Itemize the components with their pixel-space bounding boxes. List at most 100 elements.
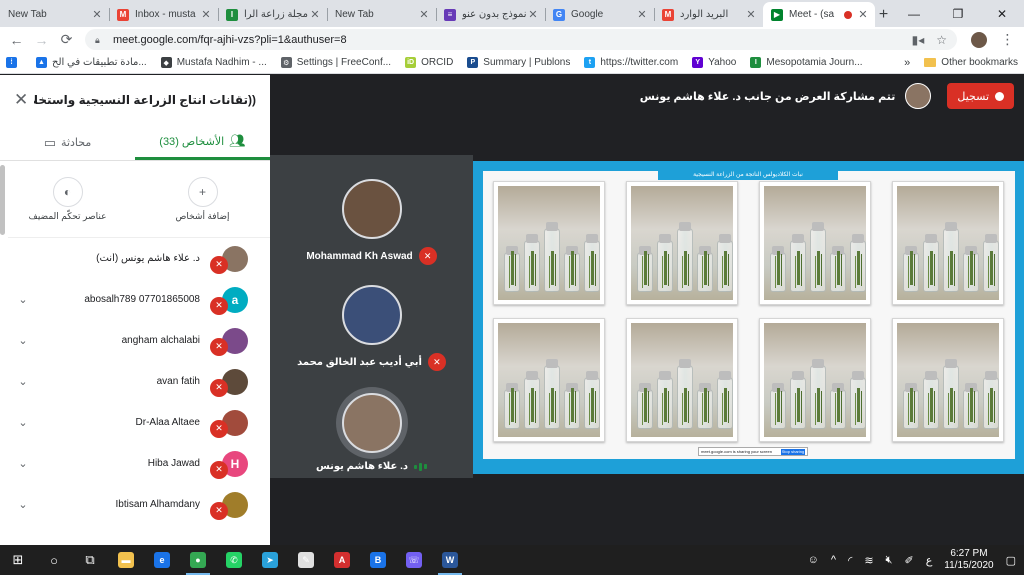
add-people-button[interactable]: + إضافة أشخاص [143,176,263,222]
menu-kebab-icon[interactable]: ⋮ [995,28,1020,51]
chevron-down-icon[interactable]: ⌄ [8,416,38,429]
bookmark-item[interactable]: P Summary | Publons [467,57,570,68]
taskbar-acrobat[interactable]: A [324,545,360,575]
chevron-down-icon[interactable]: ⌄ [8,334,38,347]
browser-tab[interactable]: ▶ Meet - (sa ✕ [763,2,875,27]
tab-close-icon[interactable]: ✕ [309,8,321,21]
participant-row[interactable]: ⌄ avan fatih ✕ [8,361,270,402]
bookmark-star-icon[interactable]: ☆ [936,33,947,47]
taskbar-viber[interactable]: ☏ [396,545,432,575]
tab-close-icon[interactable]: ✕ [91,8,103,21]
bookmark-item[interactable]: iD ORCID [405,57,453,68]
notifications-icon[interactable]: ▢ [1006,554,1016,567]
bookmark-favicon-icon: ⚙ [280,57,292,68]
culture-jar [770,383,786,429]
volume-muted-icon[interactable]: 🔇︎ [886,554,893,567]
forward-button[interactable]: → [29,28,54,51]
url-text[interactable]: meet.google.com/fqr-ajhi-vzs?pli=1&authu… [113,34,347,46]
clock[interactable]: 6:27 PM 11/15/2020 [944,548,993,572]
browser-tab[interactable]: M Inbox - musta ✕ [109,2,218,27]
participant-row[interactable]: ⌄ Ibtisam Alhamdany ✕ [8,484,270,525]
apps-shortcut[interactable]: ⁞ [6,57,22,68]
panel-scrollbar[interactable] [0,165,5,235]
tab-close-icon[interactable]: ✕ [636,8,648,21]
profile-avatar[interactable] [971,31,987,48]
jar-photo [498,323,600,437]
bookmark-item[interactable]: I Mesopotamia Journ... [750,57,863,68]
participant-row[interactable]: ⌄ abosalh789 07701865008 ✕ a [8,279,270,320]
tab-close-icon[interactable]: ✕ [527,8,539,21]
taskbar-bluetooth[interactable]: B [360,545,396,575]
tab-people[interactable]: الأشخاص (33) 👥︎ [135,125,270,160]
participant-row[interactable]: ⌄ angham alchalabi ✕ [8,320,270,361]
browser-tab[interactable]: New Tab ✕ [327,2,436,27]
record-button[interactable]: تسجيل [947,83,1014,109]
tab-close-icon[interactable]: ✕ [200,8,212,21]
chevron-down-icon[interactable]: ⌄ [8,293,38,306]
taskbar-word[interactable]: W [432,545,468,575]
back-button[interactable]: ← [4,28,29,51]
participant-name: abosalh789 07701865008 [84,294,200,305]
network-icon[interactable]: ◜ [848,554,852,567]
reload-button[interactable]: ⟳ [54,28,79,51]
bluetooth-icon: B [370,552,386,568]
bookmark-item[interactable]: Y Yahoo [692,57,736,68]
participant-row[interactable]: ⌄ Hiba Jawad ✕ H [8,443,270,484]
tile-name: أبي أديب عبد الخالق محمد [297,356,422,368]
browser-tab[interactable]: New Tab ✕ [0,2,109,27]
bookmark-item[interactable]: ◆ Mustafa Nadhim - ... [160,57,267,68]
taskbar-file-explorer[interactable]: ▬ [108,545,144,575]
taskbar-paint[interactable]: ✎ [288,545,324,575]
tab-close-icon[interactable]: ✕ [418,8,430,21]
speaking-indicator-icon [414,462,428,471]
tab-close-icon[interactable]: ✕ [857,8,869,21]
bookmark-favicon-icon: I [750,57,762,68]
tab-favicon-icon: I [226,8,238,21]
browser-tab[interactable]: G Google ✕ [545,2,654,27]
taskbar-chrome[interactable]: ● [180,545,216,575]
culture-jar [657,234,673,292]
tab-chat[interactable]: ▭ محادثة [0,125,135,160]
browser-tab[interactable]: ≡ نموذج بدون عنو ✕ [436,2,545,27]
culture-jar [830,246,846,292]
search-circle-icon[interactable]: ○ [36,545,72,575]
slide-photo [493,318,605,442]
bookmark-item[interactable]: t https://twitter.com [584,57,678,68]
restore-icon[interactable]: ❐ [936,0,980,27]
host-controls-button[interactable]: ◐ عناصر تحكّم المضيف [8,176,128,222]
chevron-down-icon[interactable]: ⌄ [8,375,38,388]
participant-row[interactable]: ⌄ Dr-Alaa Altaee ✕ [8,402,270,443]
bookmark-item[interactable]: ⚙ Settings | FreeConf... [280,57,391,68]
camera-icon[interactable]: ▮◂ [912,33,925,47]
wifi-icon[interactable]: ≋ [864,554,873,567]
new-tab-button[interactable]: + [875,2,892,27]
participant-tile[interactable]: Mohammad Kh Aswad ✕ [270,179,473,265]
participant-tile[interactable]: أبي أديب عبد الخالق محمد ✕ [270,285,473,371]
stop-sharing-button[interactable]: Stop sharing [781,448,805,455]
close-window-icon[interactable]: ✕ [980,0,1024,27]
address-bar[interactable]: 🔒︎ meet.google.com/fqr-ajhi-vzs?pli=1&au… [85,29,957,50]
participant-tile[interactable]: د. علاء هاشم يونس [270,387,473,472]
participant-row[interactable]: د. علاء هاشم يونس (أنت) ✕ [8,238,270,279]
taskbar-whatsapp[interactable]: ✆ [216,545,252,575]
tab-close-icon[interactable]: ✕ [745,8,757,21]
browser-tab[interactable]: M البريد الوارد ✕ [654,2,763,27]
tile-avatar [341,285,402,345]
chevron-up-icon[interactable]: ^ [831,554,836,566]
pen-icon[interactable]: ✐ [904,554,913,567]
minimize-icon[interactable]: — [892,0,936,27]
language-indicator[interactable]: ع [926,554,933,567]
chevron-down-icon[interactable]: ⌄ [8,457,38,470]
browser-tab[interactable]: I مجلة زراعة الرا ✕ [218,2,327,27]
chevron-down-icon[interactable]: ⌄ [8,498,38,511]
taskbar-telegram[interactable]: ➤ [252,545,288,575]
tab-list: New Tab ✕ M Inbox - musta ✕ I مجلة زراعة الرا ✕… [0,0,875,27]
start-button[interactable]: ⊞ [0,545,36,575]
more-bookmarks-button[interactable]: » [904,57,910,69]
people-tray-icon[interactable]: ☺ [808,554,819,566]
bookmark-item[interactable]: ▲ مادة تطبيقات في الح... [36,57,147,68]
other-bookmarks-button[interactable]: Other bookmarks [941,57,1018,68]
close-panel-icon[interactable]: ✕ [14,90,34,110]
task-view-icon[interactable]: ⧉ [72,545,108,575]
taskbar-edge[interactable]: e [144,545,180,575]
